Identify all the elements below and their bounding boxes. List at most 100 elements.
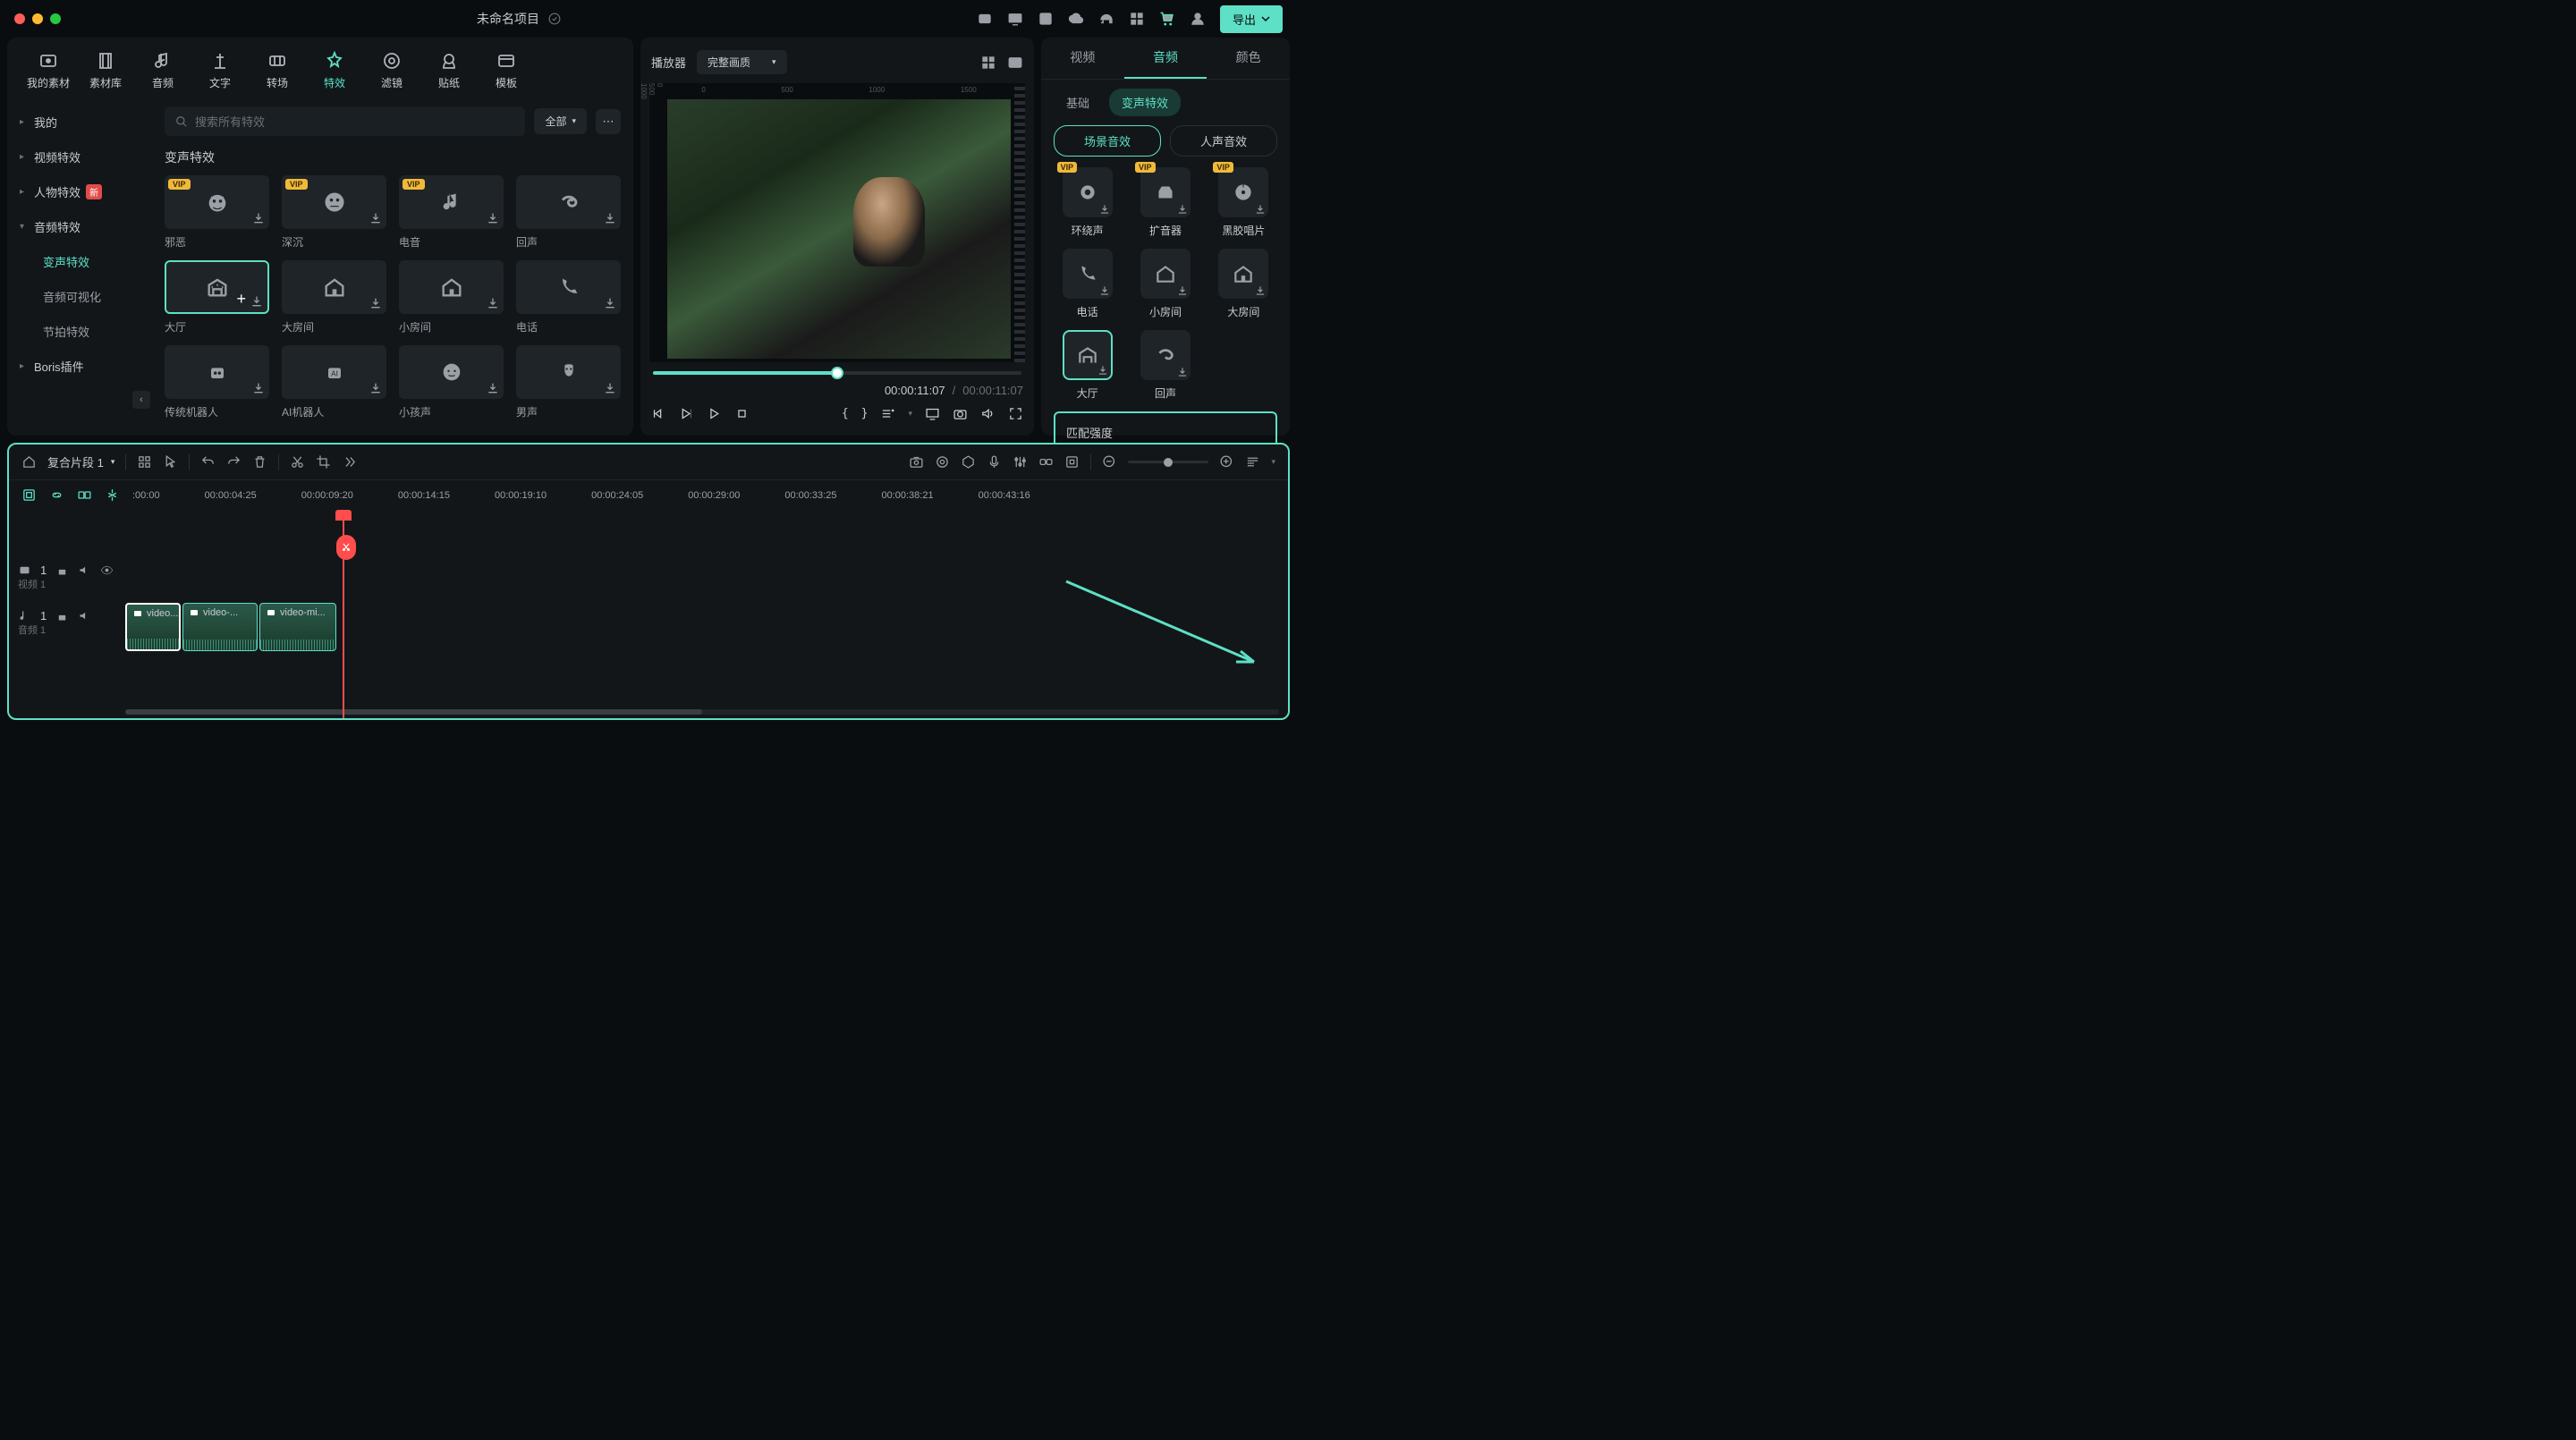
image-view-icon[interactable] [1007,55,1023,71]
category-boris[interactable]: ▸Boris插件 [7,349,152,384]
cart-icon[interactable] [1159,11,1175,27]
media-tab-4[interactable]: 转场 [252,50,302,90]
match-icon[interactable] [1064,454,1080,470]
lock-icon[interactable] [55,563,69,577]
effect-card-4[interactable]: +大厅 [165,260,269,335]
more-options-button[interactable]: ⋯ [596,109,621,134]
list-icon[interactable] [880,406,895,421]
effect-card-6[interactable]: 小房间 [399,260,504,335]
video-track-header[interactable]: 1 [18,563,116,577]
delete-icon[interactable] [252,454,267,470]
close-window[interactable] [14,13,25,24]
record-voiceover-icon[interactable] [909,454,924,470]
preset-7[interactable]: 回声 [1131,330,1199,401]
media-tab-7[interactable]: 贴纸 [424,50,474,90]
compound-clip-selector[interactable]: 复合片段 1▾ [47,453,114,470]
cut-tool-icon[interactable] [290,454,305,470]
seek-bar[interactable] [649,362,1025,380]
effect-card-9[interactable]: AIAI机器人 [282,345,386,419]
group-icon[interactable] [77,487,92,503]
stop-icon[interactable] [734,406,750,421]
link-icon[interactable] [1038,454,1054,470]
mute-icon[interactable] [78,609,91,623]
mute-icon[interactable] [78,563,91,577]
quality-selector[interactable]: 完整画质▾ [697,50,787,74]
cloud-icon[interactable] [1068,11,1084,27]
link-clips-icon[interactable] [49,487,64,503]
display-icon[interactable] [1007,11,1023,27]
lock-icon[interactable] [55,609,69,623]
subtab-basic[interactable]: 基础 [1054,89,1102,116]
mixer-icon[interactable] [1013,454,1028,470]
collapse-sidebar-button[interactable]: ‹ [132,391,150,409]
minimize-window[interactable] [32,13,43,24]
subcategory-beat-fx[interactable]: 节拍特效 [7,314,152,349]
category-person-fx[interactable]: ▸人物特效 新 [7,174,152,209]
crop-icon[interactable] [316,454,331,470]
category-video-fx[interactable]: ▸视频特效 [7,140,152,174]
effect-card-3[interactable]: 回声 [516,175,621,250]
mark-out-icon[interactable]: } [861,407,869,420]
clip-3[interactable]: video-mi... [259,603,336,651]
more-tools-icon[interactable] [342,454,357,470]
headphones-icon[interactable] [1098,11,1114,27]
media-tab-2[interactable]: 音频 [138,50,188,90]
save-icon[interactable] [1038,11,1054,27]
search-input[interactable]: 搜索所有特效 [165,106,525,136]
nest-icon[interactable] [21,487,37,503]
effect-card-11[interactable]: 男声 [516,345,621,419]
media-tab-5[interactable]: 特效 [309,50,360,90]
select-tool-icon[interactable] [163,454,178,470]
subcategory-visualizer[interactable]: 音频可视化 [7,279,152,314]
media-tab-6[interactable]: 滤镜 [367,50,417,90]
volume-icon[interactable] [980,406,996,421]
category-my[interactable]: ▸我的 [7,105,152,140]
timeline-scrollbar[interactable] [125,709,1279,715]
export-button[interactable]: 导出 [1220,5,1283,33]
category-audio-fx[interactable]: ▾音频特效 [7,209,152,244]
clip-2[interactable]: video-... [182,603,258,651]
option-scene-audio[interactable]: 场景音效 [1054,125,1161,157]
video-preview[interactable] [664,96,1014,362]
audio-track-header[interactable]: 1 [18,609,116,623]
media-tab-8[interactable]: 模板 [481,50,531,90]
fullscreen-icon[interactable] [1008,406,1023,421]
step-back-icon[interactable] [651,406,666,421]
preset-1[interactable]: VIP扩音器 [1131,167,1199,238]
filter-dropdown[interactable]: 全部▾ [534,108,587,134]
account-icon[interactable] [1190,11,1206,27]
preset-3[interactable]: 电话 [1054,249,1121,319]
play-pause-icon[interactable] [679,406,694,421]
monitor-icon[interactable] [925,406,940,421]
media-tab-3[interactable]: 文字 [195,50,245,90]
effect-card-0[interactable]: VIP邪恶 [165,175,269,250]
subcategory-voice-fx[interactable]: 变声特效 [7,244,152,279]
preset-5[interactable]: 大房间 [1210,249,1277,319]
tab-color[interactable]: 颜色 [1207,38,1290,79]
zoom-slider[interactable] [1128,461,1208,463]
subtab-voice[interactable]: 变声特效 [1109,89,1181,116]
media-tab-0[interactable]: 我的素材 [23,50,73,90]
effect-card-8[interactable]: 传统机器人 [165,345,269,419]
preset-4[interactable]: 小房间 [1131,249,1199,319]
apps-icon[interactable] [1129,11,1145,27]
snap-icon[interactable] [105,487,120,503]
undo-history-icon[interactable] [977,11,993,27]
zoom-in-icon[interactable] [1219,454,1234,470]
option-voice-audio[interactable]: 人声音效 [1170,125,1277,157]
preset-6[interactable]: 大厅 [1054,330,1121,401]
play-icon[interactable] [707,406,722,421]
preset-2[interactable]: VIP黑胶唱片 [1210,167,1277,238]
cut-indicator[interactable] [336,535,356,560]
marker-icon[interactable] [961,454,976,470]
home-icon[interactable] [21,454,37,470]
undo-icon[interactable] [200,454,216,470]
maximize-window[interactable] [50,13,61,24]
effect-card-2[interactable]: VIP电音 [399,175,504,250]
effect-card-1[interactable]: VIP深沉 [282,175,386,250]
keyboard-shortcuts-icon[interactable] [137,454,152,470]
zoom-out-icon[interactable] [1102,454,1117,470]
grid-view-icon[interactable] [980,55,996,71]
visibility-icon[interactable] [100,563,114,577]
tab-video[interactable]: 视频 [1041,38,1124,79]
